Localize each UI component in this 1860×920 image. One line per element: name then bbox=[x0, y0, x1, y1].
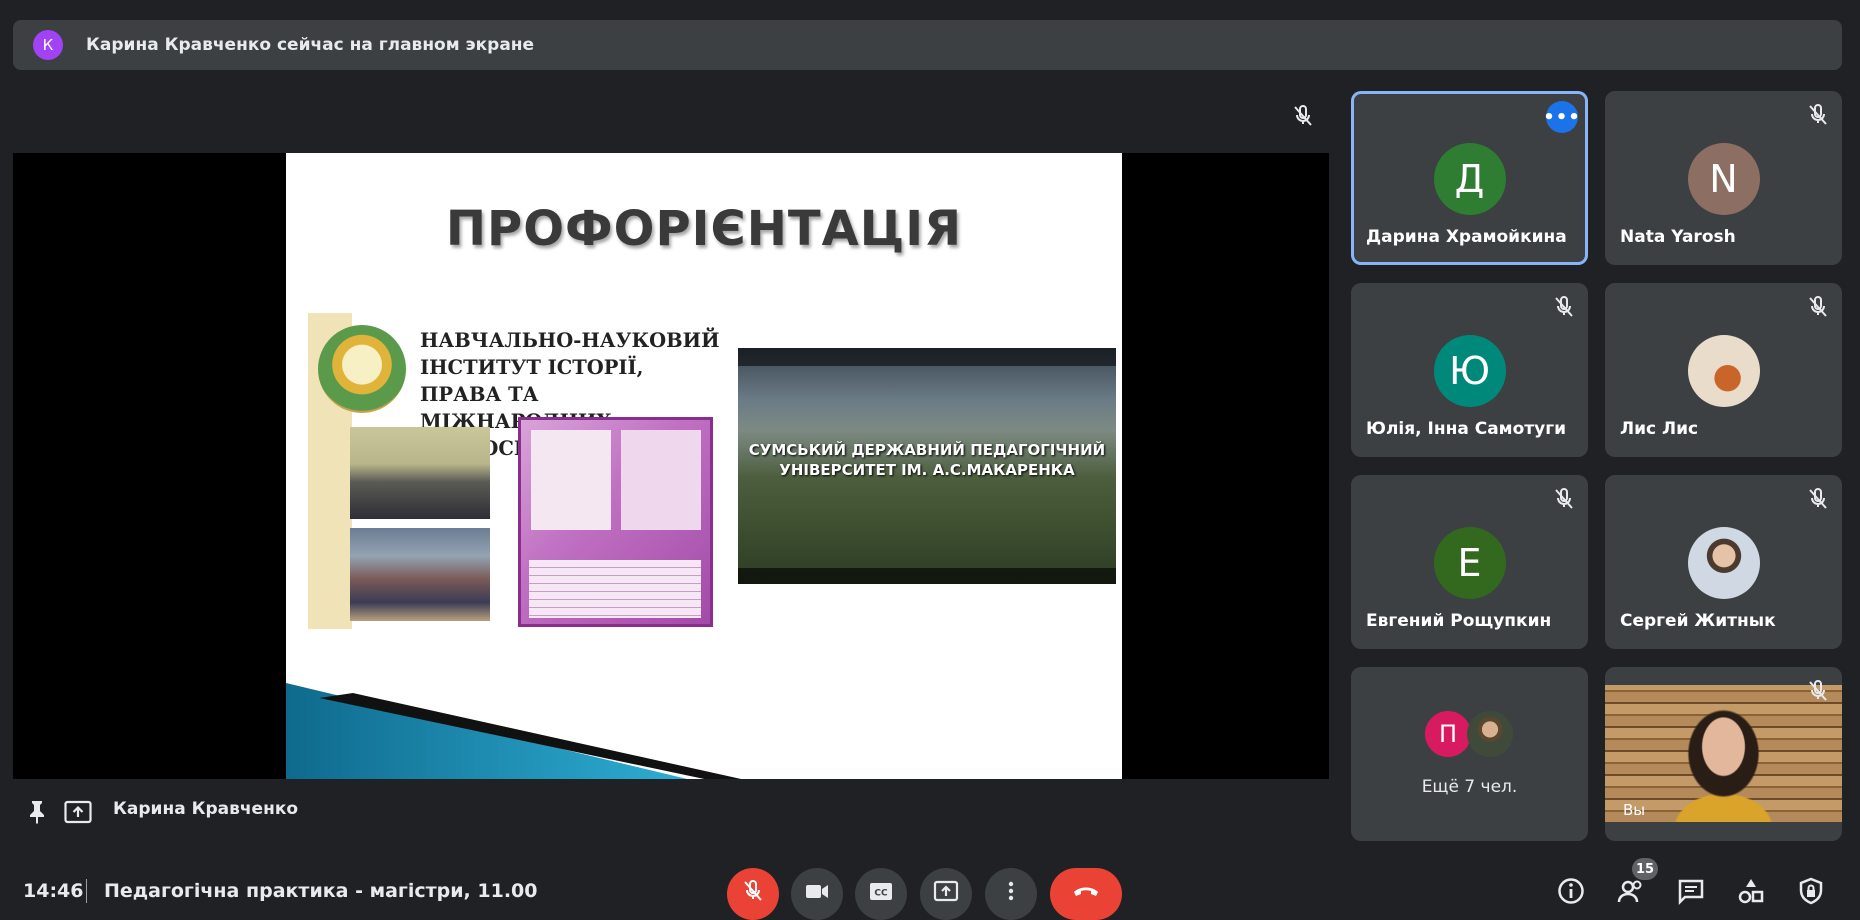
more-participants-label: Ещё 7 чел. bbox=[1421, 777, 1518, 797]
avatar: П bbox=[1425, 711, 1471, 757]
presentation-stage[interactable]: ПРОФОРІЄНТАЦІЯ НАВЧАЛЬНО-НАУКОВИЙ ІНСТИТ… bbox=[13, 153, 1329, 779]
participant-tile[interactable]: ••• Д Дарина Храмойкина bbox=[1351, 91, 1588, 265]
mic-off-icon bbox=[1809, 488, 1827, 509]
avatar: N bbox=[1687, 143, 1760, 215]
divider bbox=[86, 879, 87, 903]
mic-off-icon bbox=[1294, 105, 1312, 126]
leaflet-image bbox=[518, 417, 713, 627]
more-options-button[interactable] bbox=[985, 868, 1037, 920]
participant-name: Юлія, Інна Самотуги bbox=[1366, 419, 1566, 439]
presenting-banner: К Карина Кравченко сейчас на главном экр… bbox=[13, 20, 1842, 70]
mic-off-icon bbox=[744, 880, 762, 901]
slide-title: ПРОФОРІЄНТАЦІЯ bbox=[445, 201, 963, 257]
captions-icon: CC bbox=[870, 883, 892, 900]
students-photo bbox=[350, 528, 490, 621]
participant-name: Дарина Храмойкина bbox=[1366, 227, 1567, 247]
avatar: Ю bbox=[1433, 335, 1506, 407]
more-options-button[interactable]: ••• bbox=[1543, 101, 1580, 133]
embedded-video: СУМСЬКИЙ ДЕРЖАВНИЙ ПЕДАГОГІЧНИЙ УНІВЕРСИ… bbox=[738, 348, 1116, 584]
participant-tile[interactable]: Ю Юлія, Інна Самотуги bbox=[1351, 283, 1588, 457]
user-avatar-photo bbox=[1687, 527, 1760, 599]
fox-avatar-photo bbox=[1687, 335, 1760, 407]
hang-up-icon bbox=[1074, 887, 1098, 896]
present-screen-icon bbox=[64, 800, 92, 824]
camera-icon bbox=[806, 885, 828, 898]
mic-off-icon bbox=[1809, 104, 1827, 125]
more-participants-tile[interactable]: П Ещё 7 чел. bbox=[1351, 667, 1588, 841]
participant-name: Евгений Рощупкин bbox=[1366, 611, 1552, 631]
camera-toggle-button[interactable] bbox=[791, 868, 843, 920]
participant-name: Nata Yarosh bbox=[1620, 227, 1736, 247]
avatar bbox=[1467, 711, 1513, 757]
participant-tile[interactable]: Сергей Житнык bbox=[1605, 475, 1842, 649]
banner-text: Карина Кравченко сейчас на главном экран… bbox=[86, 35, 535, 55]
participant-tile[interactable]: N Nata Yarosh bbox=[1605, 91, 1842, 265]
video-caption: СУМСЬКИЙ ДЕРЖАВНИЙ ПЕДАГОГІЧНИЙ УНІВЕРСИ… bbox=[748, 441, 1106, 479]
presenter-name: Карина Кравченко bbox=[113, 799, 299, 819]
present-now-button[interactable] bbox=[920, 868, 972, 920]
leave-call-button[interactable] bbox=[1050, 868, 1122, 920]
clock: 14:46 bbox=[23, 880, 84, 902]
self-tile[interactable]: Вы bbox=[1605, 667, 1842, 841]
mic-off-icon bbox=[1809, 680, 1827, 701]
slide: ПРОФОРІЄНТАЦІЯ НАВЧАЛЬНО-НАУКОВИЙ ІНСТИТ… bbox=[286, 153, 1122, 779]
participant-name: Сергей Житнык bbox=[1620, 611, 1776, 631]
meeting-title: Педагогічна практика - магістри, 11.00 bbox=[104, 880, 538, 902]
mic-off-icon bbox=[1555, 488, 1573, 509]
self-label: Вы bbox=[1623, 801, 1646, 819]
participant-tile[interactable]: Е Евгений Рощупкин bbox=[1351, 475, 1588, 649]
pin-icon[interactable] bbox=[26, 799, 48, 825]
avatar: Е bbox=[1433, 527, 1506, 599]
participant-tile[interactable]: Лис Лис bbox=[1605, 283, 1842, 457]
mic-toggle-button[interactable] bbox=[727, 868, 779, 920]
institute-crest-icon bbox=[318, 325, 406, 413]
presenter-avatar: К bbox=[33, 30, 63, 60]
svg-text:CC: CC bbox=[874, 889, 888, 899]
captions-button[interactable]: CC bbox=[855, 868, 907, 920]
present-screen-icon bbox=[933, 880, 959, 902]
participant-name: Лис Лис bbox=[1620, 419, 1699, 439]
mic-off-icon bbox=[1555, 296, 1573, 317]
mic-off-icon bbox=[1809, 296, 1827, 317]
more-vert-icon bbox=[1008, 881, 1014, 901]
classroom-photo bbox=[350, 427, 490, 519]
avatar: Д bbox=[1433, 143, 1506, 215]
brochure-image: НАВЧАЛЬНО-НАУКОВИЙ ІНСТИТУТ ІСТОРІЇ, ПРА… bbox=[308, 313, 720, 629]
